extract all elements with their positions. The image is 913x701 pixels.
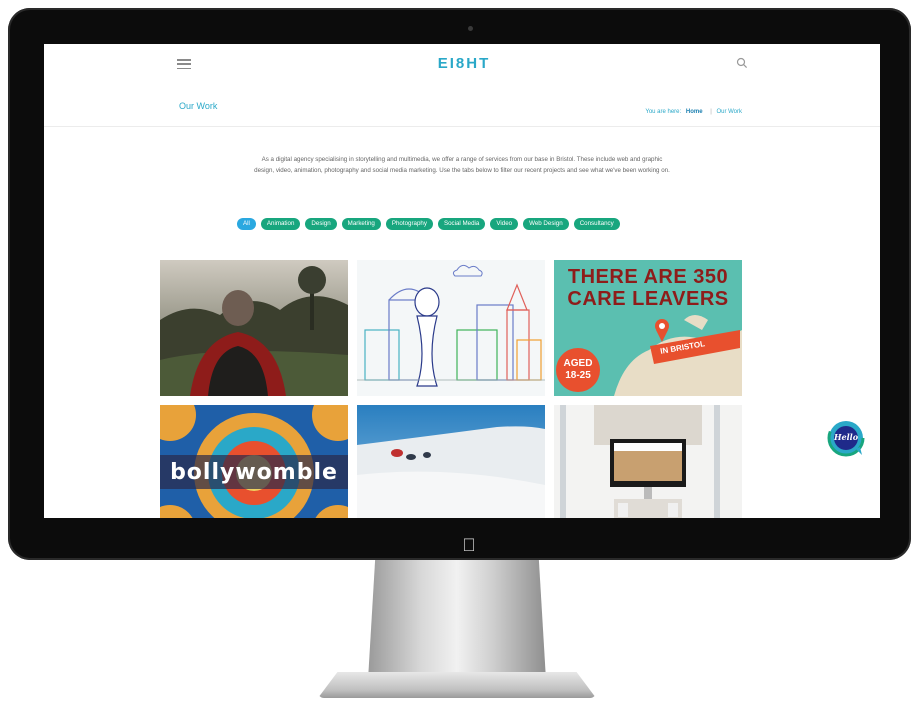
breadcrumb-home-link[interactable]: Home — [686, 109, 703, 115]
care-leavers-badge-line1: AGED — [563, 358, 593, 369]
filter-web-design[interactable]: Web Design — [523, 218, 569, 230]
breadcrumb-prefix: You are here: — [645, 109, 682, 115]
care-leavers-headline-2: CARE LEAVERS — [567, 288, 729, 310]
project-tile-web-design[interactable] — [554, 405, 742, 518]
header-divider — [44, 126, 880, 127]
filter-consultancy[interactable]: Consultancy — [573, 218, 620, 230]
camera-dot — [468, 26, 473, 31]
filter-animation[interactable]: Animation — [260, 218, 301, 230]
website-screen: EI8HT Our Work You are here: Home | Our … — [44, 44, 880, 518]
monitor-stand — [368, 560, 546, 680]
breadcrumb-current: Our Work — [716, 109, 742, 115]
care-leavers-badge-line2: 18-25 — [565, 370, 591, 381]
filter-tabs: All Animation Design Marketing Photograp… — [237, 218, 620, 230]
monitor-stand-base — [318, 672, 596, 698]
site-logo[interactable]: EI8HT — [429, 55, 499, 73]
project-tile-backpack-photo[interactable] — [160, 260, 348, 396]
intro-text: As a digital agency specialising in stor… — [254, 156, 670, 174]
snow-sports-image — [357, 405, 545, 518]
breadcrumb: You are here: Home | Our Work — [645, 109, 742, 115]
chat-hello-button[interactable]: Hello — [826, 419, 866, 459]
project-tile-snow-sports[interactable] — [357, 405, 545, 518]
backpack-photo-image — [160, 260, 348, 396]
project-grid: THERE ARE 350 CARE LEAVERS IN BRISTOL AG… — [160, 260, 742, 518]
chat-hello-label: Hello — [833, 432, 859, 442]
filter-all[interactable]: All — [237, 218, 256, 230]
city-illustration-image — [357, 260, 545, 396]
filter-photography[interactable]: Photography — [385, 218, 433, 230]
apple-logo-icon:  — [458, 534, 480, 556]
filter-marketing[interactable]: Marketing — [341, 218, 381, 230]
project-tile-care-leavers[interactable]: THERE ARE 350 CARE LEAVERS IN BRISTOL AG… — [554, 260, 742, 396]
project-tile-city-illustration[interactable] — [357, 260, 545, 396]
page-title: Our Work — [179, 101, 218, 111]
care-leavers-headline-1: THERE ARE 350 — [567, 266, 729, 288]
web-design-mockup-image — [554, 405, 742, 518]
search-icon[interactable] — [736, 56, 748, 69]
filter-social-media[interactable]: Social Media — [437, 218, 486, 230]
hamburger-icon[interactable] — [177, 59, 191, 70]
filter-design[interactable]: Design — [305, 218, 337, 230]
bollywomble-title: bollywomble — [170, 460, 338, 485]
filter-video[interactable]: Video — [490, 218, 519, 230]
breadcrumb-separator: | — [710, 109, 712, 115]
project-tile-bollywomble[interactable]: bollywomble — [160, 405, 348, 518]
